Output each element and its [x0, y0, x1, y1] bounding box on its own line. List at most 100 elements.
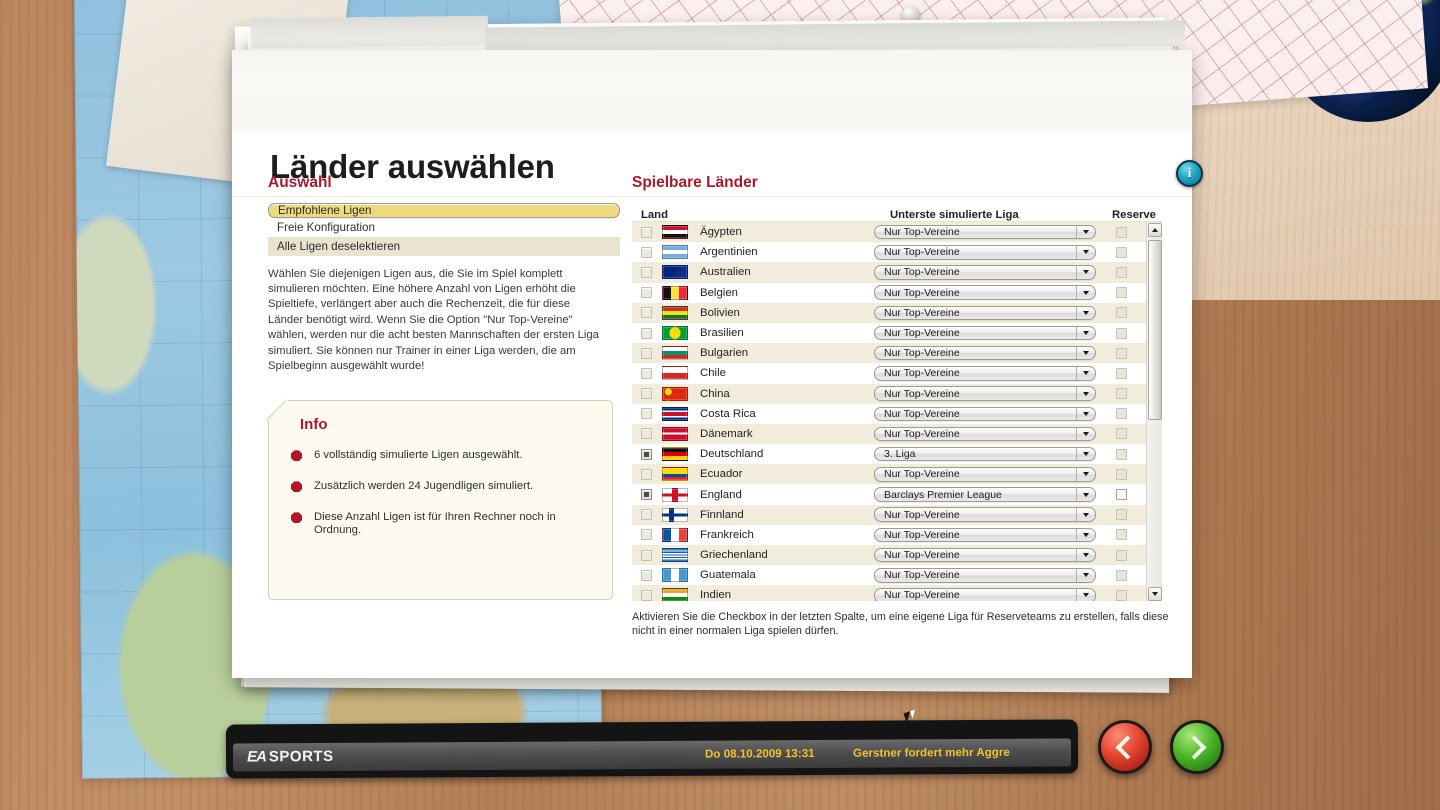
table-row[interactable]: Frankreich Nur Top-Vereine [632, 524, 1146, 545]
table-row[interactable]: Brasilien Nur Top-Vereine [632, 322, 1146, 344]
table-row[interactable]: Indien Nur Top-Vereine [632, 585, 1146, 601]
chevron-down-icon[interactable] [1076, 447, 1095, 461]
country-checkbox[interactable] [641, 549, 652, 561]
flag-icon [662, 346, 688, 361]
country-name: Guatemala [700, 569, 756, 582]
table-row[interactable]: Bolivien Nur Top-Vereine [632, 302, 1146, 323]
selection-column: Auswahl Empfohlene Ligen Freie Konfigura… [268, 174, 620, 601]
country-checkbox[interactable] [641, 468, 652, 480]
caret-glyph [1083, 250, 1089, 255]
option-alle-ligen-deselektieren[interactable]: Alle Ligen deselektieren [268, 236, 620, 256]
country-checkbox[interactable] [641, 489, 652, 501]
league-select[interactable]: 3. Liga [874, 446, 1096, 462]
league-select[interactable]: Nur Top-Vereine [874, 386, 1096, 401]
option-empfohlene-ligen[interactable]: Empfohlene Ligen [268, 203, 620, 218]
league-select[interactable]: Nur Top-Vereine [874, 265, 1096, 280]
country-checkbox[interactable] [641, 226, 652, 238]
chevron-down-icon[interactable] [1076, 326, 1095, 340]
country-checkbox[interactable] [641, 307, 652, 319]
chevron-down-icon[interactable] [1076, 589, 1095, 601]
table-row[interactable]: Chile Nur Top-Vereine [632, 363, 1146, 384]
league-select[interactable]: Nur Top-Vereine [874, 285, 1096, 300]
table-row[interactable]: Costa Rica Nur Top-Vereine [632, 403, 1146, 424]
chevron-down-icon[interactable] [1076, 427, 1095, 441]
table-row[interactable]: Argentinien Nur Top-Vereine [632, 242, 1146, 263]
country-checkbox[interactable] [641, 509, 652, 521]
league-select[interactable]: Nur Top-Vereine [874, 224, 1096, 240]
chevron-down-icon[interactable] [1076, 569, 1095, 582]
table-row[interactable]: Guatemala Nur Top-Vereine [632, 565, 1146, 586]
country-checkbox[interactable] [641, 408, 652, 420]
scroll-down-button[interactable] [1148, 587, 1162, 601]
table-row[interactable]: Griechenland Nur Top-Vereine [632, 545, 1146, 566]
league-select[interactable]: Nur Top-Vereine [874, 406, 1096, 422]
country-checkbox[interactable] [641, 367, 652, 379]
chevron-up-icon [1152, 228, 1158, 232]
table-row[interactable]: Belgien Nur Top-Vereine [632, 282, 1146, 303]
table-row[interactable]: Ägypten Nur Top-Vereine [632, 222, 1146, 243]
chevron-down-icon[interactable] [1076, 488, 1095, 501]
country-checkbox[interactable] [641, 246, 652, 258]
country-checkbox[interactable] [641, 529, 652, 541]
caret-glyph [1083, 270, 1089, 275]
chevron-down-icon[interactable] [1076, 367, 1095, 380]
table-row[interactable]: Finnland Nur Top-Vereine [632, 504, 1146, 525]
scroll-up-button[interactable] [1148, 223, 1162, 237]
country-checkbox[interactable] [641, 388, 652, 400]
table-row[interactable]: Ecuador Nur Top-Vereine [632, 464, 1146, 485]
country-checkbox[interactable] [641, 327, 652, 339]
chevron-down-icon[interactable] [1076, 407, 1095, 421]
table-row[interactable]: Australien Nur Top-Vereine [632, 262, 1146, 283]
info-button[interactable]: i [1176, 160, 1203, 187]
chevron-down-icon[interactable] [1076, 346, 1095, 360]
reserve-checkbox [1115, 448, 1127, 460]
chevron-down-icon[interactable] [1076, 246, 1095, 259]
country-checkbox[interactable] [641, 448, 652, 460]
league-select[interactable]: Nur Top-Vereine [874, 568, 1096, 583]
table-row[interactable]: Bulgarien Nur Top-Vereine [632, 343, 1146, 364]
league-select[interactable]: Nur Top-Vereine [874, 366, 1096, 381]
table-row[interactable]: England Barclays Premier League [632, 484, 1146, 505]
league-select[interactable]: Nur Top-Vereine [874, 345, 1096, 361]
country-checkbox[interactable] [641, 287, 652, 299]
table-row[interactable]: Dänemark Nur Top-Vereine [632, 423, 1146, 445]
country-checkbox[interactable] [641, 589, 652, 601]
table-row[interactable]: China Nur Top-Vereine [632, 383, 1146, 404]
chevron-down-icon[interactable] [1076, 548, 1095, 562]
country-name: China [700, 387, 730, 400]
chevron-down-icon[interactable] [1076, 306, 1095, 320]
table-row[interactable]: Deutschland 3. Liga [632, 444, 1146, 465]
option-freie-konfiguration[interactable]: Freie Konfiguration [268, 218, 620, 237]
league-select[interactable]: Nur Top-Vereine [874, 305, 1096, 321]
chevron-down-icon[interactable] [1076, 528, 1095, 542]
chevron-down-icon[interactable] [1076, 266, 1095, 279]
league-select-wrapper: Nur Top-Vereine [874, 305, 1096, 321]
country-checkbox[interactable] [641, 266, 652, 278]
league-select[interactable]: Nur Top-Vereine [874, 467, 1096, 482]
reserve-checkbox[interactable] [1115, 489, 1127, 501]
caret-glyph [1083, 431, 1089, 436]
league-select[interactable]: Nur Top-Vereine [874, 588, 1096, 601]
caret-glyph [1083, 512, 1089, 517]
previous-button[interactable] [1098, 720, 1152, 774]
league-select[interactable]: Barclays Premier League [874, 487, 1096, 502]
league-select[interactable]: Nur Top-Vereine [874, 325, 1096, 341]
country-checkbox[interactable] [641, 347, 652, 359]
league-select[interactable]: Nur Top-Vereine [874, 547, 1096, 563]
flag-icon [662, 245, 688, 260]
chevron-down-icon[interactable] [1076, 286, 1095, 299]
league-select[interactable]: Nur Top-Vereine [874, 245, 1096, 260]
league-select[interactable]: Nur Top-Vereine [874, 426, 1096, 442]
chevron-down-icon[interactable] [1076, 387, 1095, 400]
league-select[interactable]: Nur Top-Vereine [874, 527, 1096, 543]
chevron-down-icon[interactable] [1076, 508, 1095, 521]
country-checkbox[interactable] [641, 569, 652, 581]
league-select[interactable]: Nur Top-Vereine [874, 507, 1096, 522]
table-scrollbar[interactable] [1146, 222, 1162, 601]
reserve-cell [1096, 468, 1146, 480]
chevron-down-icon[interactable] [1076, 225, 1095, 239]
chevron-down-icon[interactable] [1076, 468, 1095, 481]
country-checkbox[interactable] [641, 428, 652, 440]
scrollbar-thumb[interactable] [1148, 240, 1162, 420]
next-button[interactable] [1170, 720, 1224, 774]
